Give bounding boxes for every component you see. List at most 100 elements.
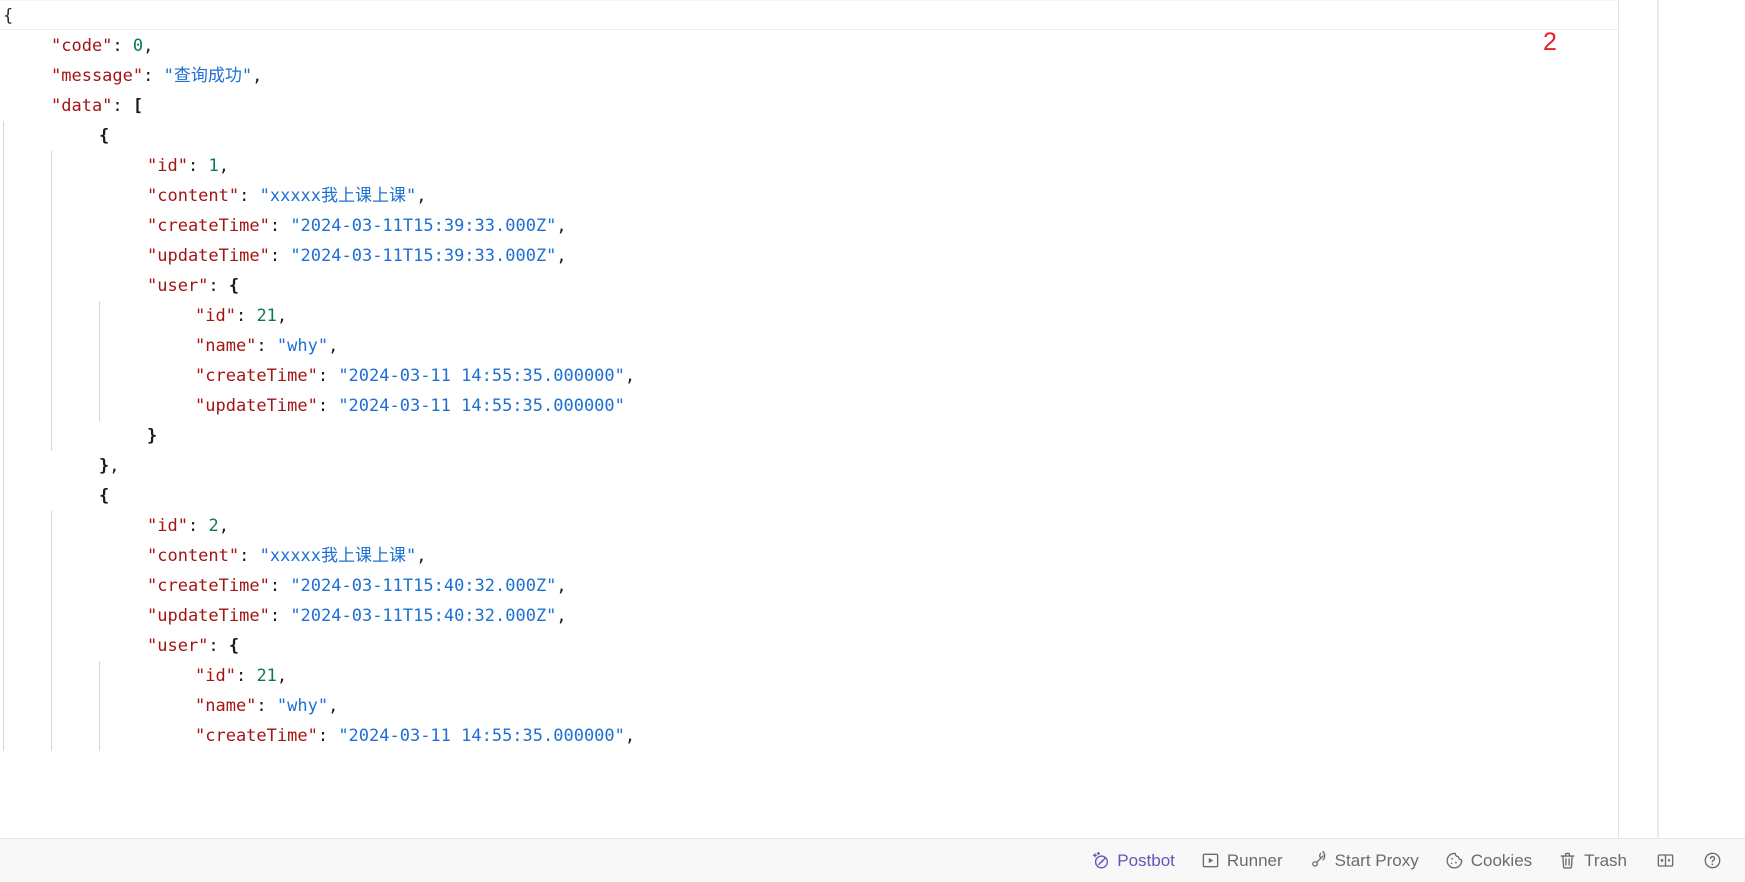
- indent-guide: [3, 181, 51, 211]
- footer-button-label: Trash: [1584, 851, 1627, 870]
- json-token-s: "xxxxx我上课上课": [259, 186, 417, 206]
- indent-guide: [51, 721, 99, 751]
- json-token-b: }: [147, 426, 158, 446]
- code-line: {: [0, 121, 1619, 151]
- json-token-b: {: [99, 126, 110, 146]
- footer-button-cookies[interactable]: Cookies: [1435, 846, 1542, 876]
- code-line: "id": 2,: [0, 511, 1619, 541]
- trash-icon: [1558, 851, 1577, 870]
- indent-guide: [3, 511, 51, 541]
- json-token-k: "createTime": [195, 726, 318, 746]
- json-token-p: :: [269, 576, 291, 596]
- indent-guide: [3, 481, 51, 511]
- json-token-p: :: [256, 696, 277, 716]
- json-token-b: {: [99, 486, 110, 506]
- json-token-k: "id": [195, 306, 236, 326]
- code-line: "createTime": "2024-03-11T15:39:33.000Z"…: [0, 211, 1619, 241]
- code-line: "updateTime": "2024-03-11 14:55:35.00000…: [0, 391, 1619, 421]
- indent-guide: [51, 211, 99, 241]
- json-token-s: "2024-03-11T15:39:33.000Z": [290, 246, 557, 266]
- indent-guide: [99, 661, 147, 691]
- json-token-k: "id": [147, 516, 188, 536]
- code-line: "code": 0,: [0, 31, 1619, 61]
- indent-guide: [3, 241, 51, 271]
- json-token-s: "2024-03-11 14:55:35.000000": [338, 366, 625, 386]
- code-line: "content": "xxxxx我上课上课",: [0, 541, 1619, 571]
- indent-guide: [51, 631, 99, 661]
- indent-guide: [51, 691, 99, 721]
- json-token-k: "updateTime": [147, 246, 270, 266]
- indent-guide: [51, 241, 99, 271]
- code-line: "createTime": "2024-03-11 14:55:35.00000…: [0, 721, 1619, 751]
- code-line: "name": "why",: [0, 331, 1619, 361]
- code-line: "id": 21,: [0, 661, 1619, 691]
- json-token-p: :: [269, 606, 291, 626]
- code-line: "data": [: [0, 91, 1619, 121]
- json-token-k: "name": [195, 336, 257, 356]
- footer-button-help-circle[interactable]: [1694, 846, 1731, 876]
- json-sticky-header: {: [0, 0, 1619, 30]
- json-token-p: ,: [556, 606, 567, 626]
- indent-guide: [99, 361, 147, 391]
- indent-guide: [3, 121, 51, 151]
- json-token-p: ,: [624, 366, 636, 386]
- json-token-p: :: [208, 636, 229, 656]
- json-code-area[interactable]: "code": 0, "message": "查询成功", "data": [{"i…: [0, 31, 1619, 838]
- code-line: "name": "why",: [0, 691, 1619, 721]
- footer-button-label: Start Proxy: [1334, 851, 1419, 870]
- response-body-viewer[interactable]: { "code": 0, "message": "查询成功", "data": [{…: [0, 0, 1619, 838]
- json-token-p: ,: [276, 306, 288, 326]
- json-token-s: "why": [276, 336, 329, 356]
- indent-guide: [3, 631, 51, 661]
- indent-guide: [3, 301, 51, 331]
- json-token-p: :: [317, 726, 339, 746]
- json-token-k: "updateTime": [147, 606, 270, 626]
- indent-guide: [99, 301, 147, 331]
- indent-guide: [51, 661, 99, 691]
- footer-button-postbot[interactable]: Postbot: [1081, 846, 1185, 876]
- indent-guide: [51, 361, 99, 391]
- indent-guide: [3, 361, 51, 391]
- indent-guide: [51, 151, 99, 181]
- json-token-s: "why": [276, 696, 329, 716]
- help-circle-icon: [1703, 851, 1722, 870]
- json-token-k: "code": [51, 36, 113, 56]
- indent-guide: [51, 511, 99, 541]
- indent-guide: [3, 601, 51, 631]
- json-token-k: "updateTime": [195, 396, 318, 416]
- indent-guide: [51, 181, 99, 211]
- json-token-k: "createTime": [147, 576, 270, 596]
- code-line: }: [0, 421, 1619, 451]
- indent-guide: [3, 211, 51, 241]
- bottom-toolbar: Postbot Runner Start Proxy Cookies Trash: [0, 838, 1745, 882]
- footer-button-start-proxy[interactable]: Start Proxy: [1299, 846, 1429, 876]
- json-token-p: ,: [109, 456, 120, 476]
- footer-button-trash[interactable]: Trash: [1548, 846, 1637, 876]
- json-token-s: "查询成功": [163, 66, 253, 86]
- footer-button-runner[interactable]: Runner: [1191, 846, 1293, 876]
- json-token-p: ,: [328, 336, 339, 356]
- indent-guide: [99, 721, 147, 751]
- json-token-n: 0: [132, 36, 144, 56]
- footer-button-layout-panels[interactable]: [1647, 846, 1684, 876]
- json-token-s: "2024-03-11 14:55:35.000000": [338, 396, 625, 416]
- json-token-p: :: [235, 666, 257, 686]
- json-token-p: :: [317, 396, 339, 416]
- json-token-p: :: [112, 96, 133, 116]
- json-token-s: "2024-03-11T15:40:32.000Z": [290, 606, 557, 626]
- footer-button-label: Postbot: [1117, 851, 1175, 870]
- indent-guide: [3, 271, 51, 301]
